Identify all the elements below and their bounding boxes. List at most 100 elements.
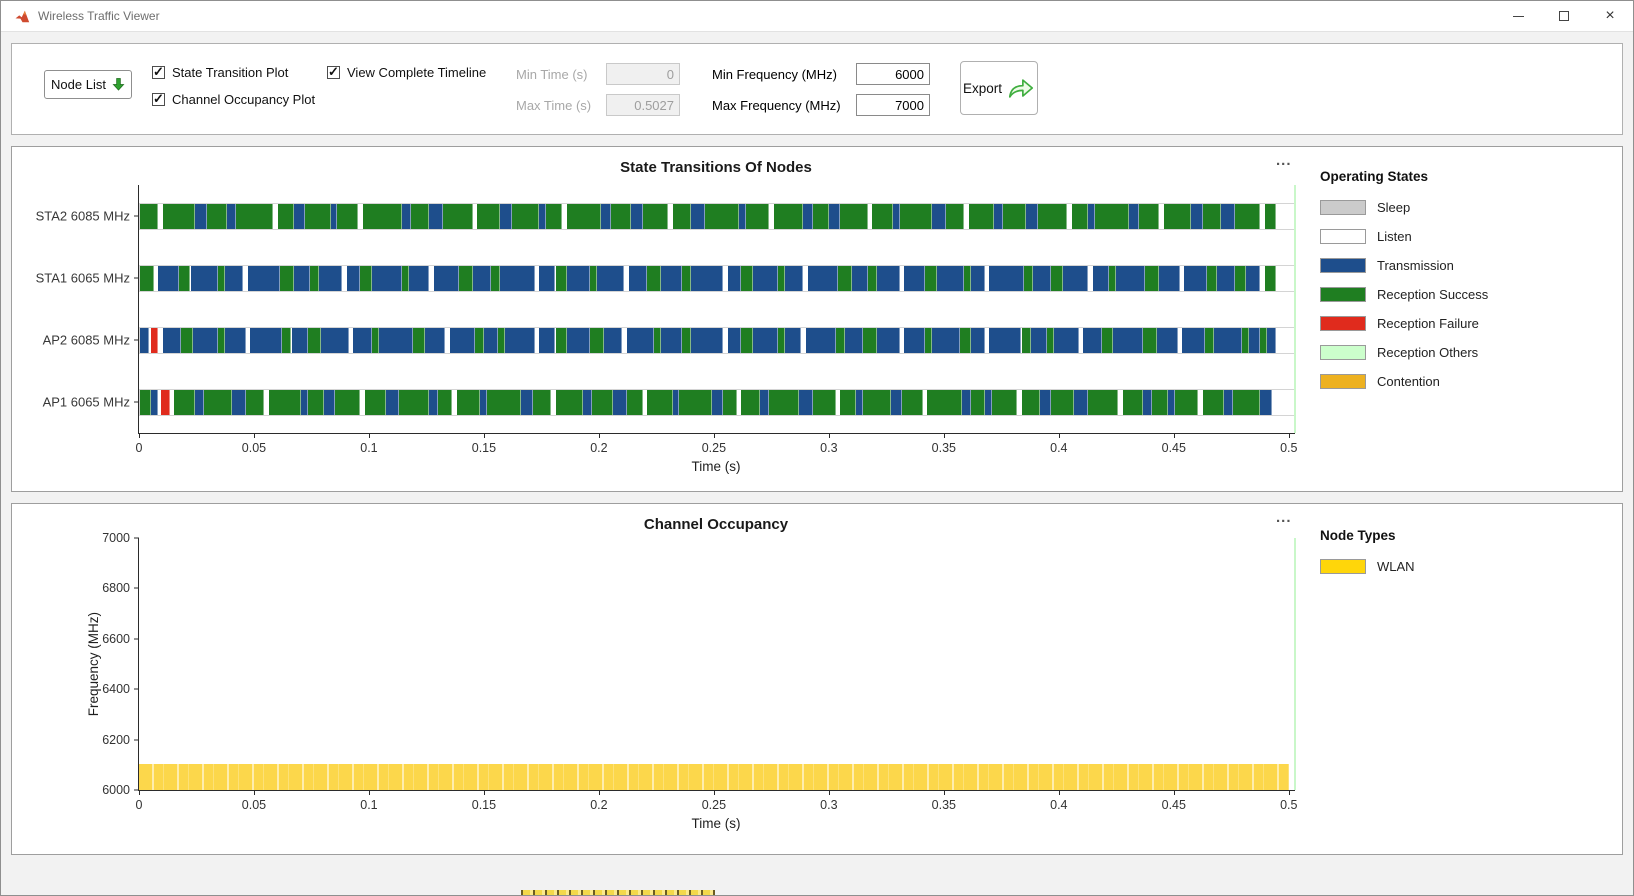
state-segment xyxy=(931,327,960,353)
state-segment xyxy=(1235,203,1261,229)
state-segment xyxy=(140,265,154,291)
checkbox-box-icon[interactable] xyxy=(152,64,165,80)
min-frequency-input[interactable] xyxy=(856,63,930,85)
state-segment xyxy=(837,265,852,291)
state-segment xyxy=(812,389,836,415)
state-segment xyxy=(330,203,338,229)
checkbox-box-icon[interactable] xyxy=(327,64,340,80)
state-segment xyxy=(971,265,985,291)
state-plot-area: STA2 6085 MHz STA1 6065 MHz AP2 6085 MHz AP… xyxy=(36,185,1297,455)
state-bar-sta1 xyxy=(139,264,1295,292)
checkbox-channel-occupancy-plot[interactable]: Channel Occupancy Plot xyxy=(152,91,315,107)
x-tick-label: 0.4 xyxy=(1050,441,1068,455)
state-segment xyxy=(904,265,926,291)
maximize-icon xyxy=(1559,11,1569,21)
state-segment xyxy=(626,389,643,415)
state-segment xyxy=(399,389,430,415)
y-axis-label: Frequency (MHz) xyxy=(85,611,101,717)
state-segment xyxy=(500,203,512,229)
legend-swatch xyxy=(1320,200,1366,215)
state-segment xyxy=(856,389,864,415)
state-segment xyxy=(1053,327,1079,353)
state-segment xyxy=(401,265,409,291)
x-tick xyxy=(828,790,830,795)
state-segment xyxy=(477,203,501,229)
occupancy-plot-area: Frequency (MHz) 6000 6200 6400 6600 6800 7000… xyxy=(86,531,1298,812)
axes-toolbar-button[interactable]: ... xyxy=(1270,508,1298,527)
checkbox-view-complete-timeline[interactable]: View Complete Timeline xyxy=(327,64,486,80)
x-tick xyxy=(598,433,600,438)
state-segment xyxy=(1221,203,1235,229)
state-segment xyxy=(321,327,349,353)
state-segment xyxy=(902,389,923,415)
state-segment xyxy=(596,265,625,291)
close-icon: × xyxy=(1605,7,1615,24)
state-segment xyxy=(371,265,402,291)
state-segment xyxy=(1092,265,1109,291)
x-tick xyxy=(1058,433,1060,438)
legend-label: Transmission xyxy=(1377,258,1454,273)
state-segment xyxy=(449,327,476,353)
state-segment xyxy=(1101,327,1114,353)
state-segment xyxy=(1039,389,1052,415)
state-segment xyxy=(555,389,584,415)
state-segment xyxy=(752,265,779,291)
state-segment xyxy=(741,265,753,291)
checkbox-state-transition-plot[interactable]: State Transition Plot xyxy=(152,64,288,80)
state-segment xyxy=(192,327,219,353)
legend-title: Operating States xyxy=(1320,169,1429,184)
state-segment xyxy=(603,327,623,353)
state-segment xyxy=(401,203,411,229)
row-label: AP1 6065 MHz xyxy=(42,394,130,410)
state-segment xyxy=(179,265,191,291)
max-frequency-input[interactable] xyxy=(856,94,930,116)
x-tick-label: 0.45 xyxy=(1161,798,1186,812)
x-tick xyxy=(368,790,370,795)
state-segment xyxy=(778,265,786,291)
checkbox-box-icon[interactable] xyxy=(152,91,165,107)
node-list-dropdown[interactable]: Node List xyxy=(44,70,132,99)
state-segment xyxy=(1051,265,1063,291)
state-segment xyxy=(1191,203,1203,229)
state-segment xyxy=(661,327,682,353)
min-time-label: Min Time (s) xyxy=(516,67,588,82)
axes-toolbar-button[interactable]: ... xyxy=(1270,151,1298,170)
state-segment xyxy=(443,203,473,229)
x-tick-label: 0.05 xyxy=(241,441,267,455)
y-tick xyxy=(134,587,139,589)
state-segment xyxy=(1168,389,1176,415)
partial-occluded-element xyxy=(521,890,715,895)
minimize-icon xyxy=(1512,15,1524,17)
state-segment xyxy=(589,327,604,353)
state-segment xyxy=(589,265,597,291)
state-segment xyxy=(704,203,740,229)
state-segment xyxy=(218,265,225,291)
state-segment xyxy=(1152,389,1169,415)
x-tick-label: 0.15 xyxy=(471,441,497,455)
state-segment xyxy=(723,389,737,415)
state-segment xyxy=(539,265,556,291)
close-button[interactable]: × xyxy=(1587,1,1633,31)
legend-swatch xyxy=(1320,345,1366,360)
state-segment xyxy=(1264,203,1277,229)
x-tick-label: 0 xyxy=(135,441,143,455)
state-segment xyxy=(1260,389,1272,415)
state-segment xyxy=(162,203,196,229)
legend-label: Listen xyxy=(1377,229,1412,244)
maximize-button[interactable] xyxy=(1541,1,1587,31)
state-segment xyxy=(925,327,932,353)
export-button[interactable]: Export xyxy=(960,61,1038,115)
legend-swatch xyxy=(1320,229,1366,244)
state-segment xyxy=(429,389,439,415)
state-segment xyxy=(1046,327,1054,353)
state-segment xyxy=(459,265,473,291)
minimize-button[interactable] xyxy=(1495,1,1541,31)
state-segment xyxy=(959,327,971,353)
legend-label: WLAN xyxy=(1377,559,1415,574)
state-segment xyxy=(323,389,336,415)
state-segment xyxy=(204,389,232,415)
state-segment xyxy=(1205,327,1215,353)
x-tick-label: 0.35 xyxy=(931,798,957,812)
state-segment xyxy=(521,389,533,415)
state-segment xyxy=(892,203,900,229)
